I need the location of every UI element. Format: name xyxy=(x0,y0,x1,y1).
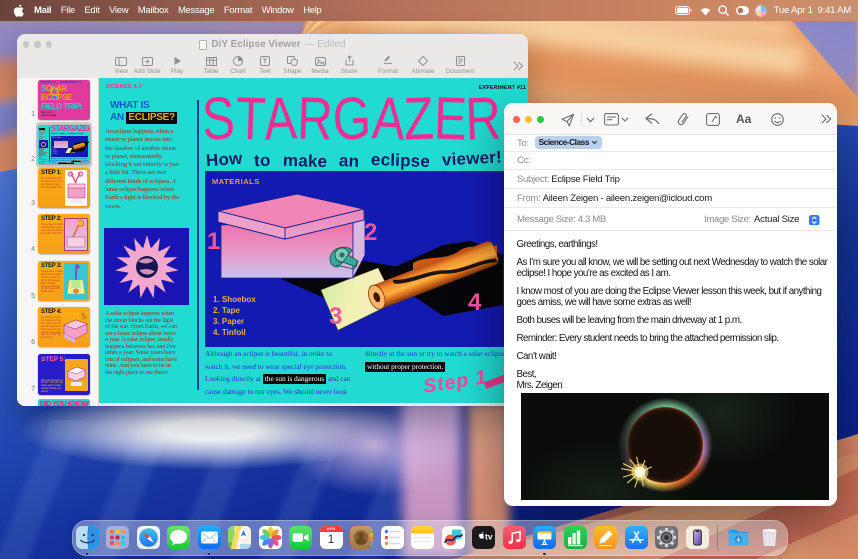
svg-text:4. Tinfoil: 4. Tinfoil xyxy=(213,328,246,337)
svg-text:tv: tv xyxy=(485,531,493,541)
svg-text:1: 1 xyxy=(207,228,220,255)
svg-text:2: 2 xyxy=(364,219,377,246)
svg-text:3: 3 xyxy=(329,303,342,330)
svg-text:2. Tape: 2. Tape xyxy=(213,306,241,315)
svg-text:4: 4 xyxy=(468,289,482,316)
svg-text:3. Paper: 3. Paper xyxy=(213,317,244,326)
svg-text:1. Shoebox: 1. Shoebox xyxy=(213,295,256,304)
svg-text:MATERIALS: MATERIALS xyxy=(212,177,260,186)
